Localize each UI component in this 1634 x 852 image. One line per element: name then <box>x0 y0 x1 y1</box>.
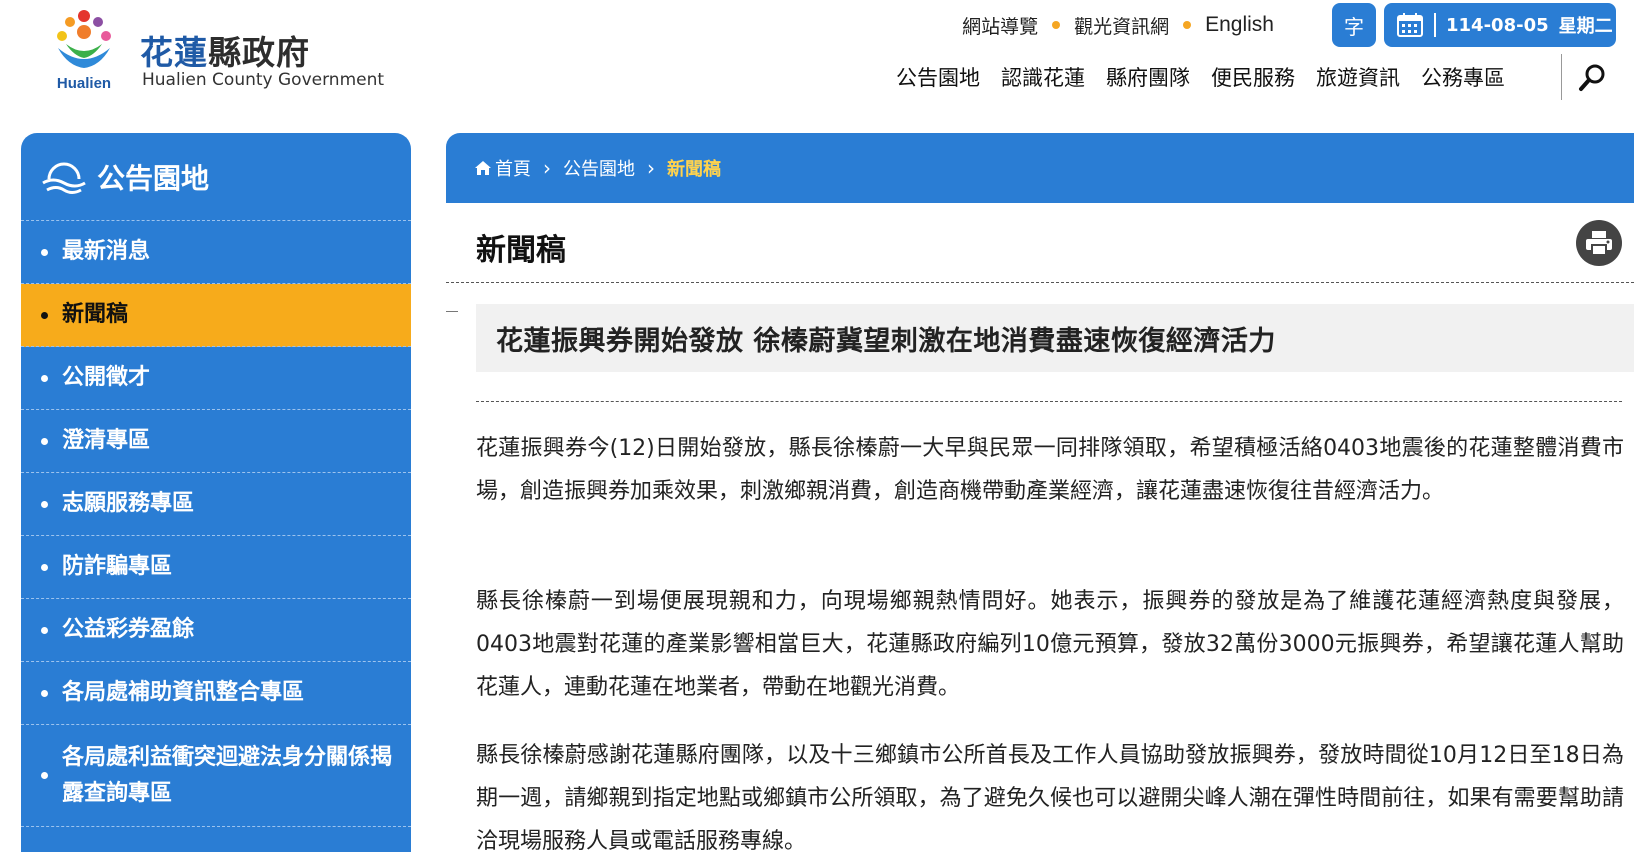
article-paragraph: 縣長徐榛蔚一到場便展現親和力，向現場鄉親熱情問好。她表示，振興券的發放是為了維護… <box>476 589 1624 700</box>
sitemap-link[interactable]: 網站導覽 <box>962 12 1038 39</box>
sidebar-item-clarifications[interactable]: 澄清專區 <box>21 410 411 473</box>
sidebar-item-volunteer[interactable]: 志願服務專區 <box>21 473 411 536</box>
date-separator <box>1434 13 1436 37</box>
sidebar-item-subsidy-info[interactable]: 各局處補助資訊整合專區 <box>21 662 411 725</box>
sidebar-item-conflict-of-interest[interactable]: 各局處利益衝突迴避法身分關係揭露查詢專區 <box>21 725 411 827</box>
sidebar-item-label: 志願服務專區 <box>62 491 195 516</box>
sidebar-item-anti-fraud[interactable]: 防詐騙專區 <box>21 536 411 599</box>
nav-public-services[interactable]: 便民服務 <box>1211 62 1295 92</box>
current-weekday: 星期二 <box>1558 16 1613 37</box>
bullet <box>41 311 48 319</box>
sidebar-item-label: 防詐騙專區 <box>62 554 173 579</box>
search-icon[interactable] <box>1578 62 1608 92</box>
logo-zh-dark: 縣政府 <box>208 33 310 72</box>
nav-official-affairs[interactable]: 公務專區 <box>1421 62 1505 92</box>
sidebar-item-label: 各局處利益衝突迴避法身分關係揭露查詢專區 <box>62 744 393 806</box>
calendar-icon <box>1397 13 1423 37</box>
sidebar-item-label: 澄清專區 <box>62 428 151 453</box>
separator-dot <box>1052 21 1061 29</box>
sidebar-item-press-release[interactable]: 新聞稿 <box>21 284 411 347</box>
hualien-logo-icon: Hualien <box>57 10 111 92</box>
sidebar-header: 公告園地 <box>21 133 411 221</box>
site-logo[interactable]: Hualien 花蓮縣政府 Hualien County Government <box>48 8 408 92</box>
current-date: 114-08-05 <box>1446 14 1549 36</box>
chevron-right-icon: › <box>647 156 655 180</box>
nav-about-hualien[interactable]: 認識花蓮 <box>1001 62 1085 92</box>
bullet <box>41 626 48 634</box>
utility-links: 網站導覽 觀光資訊網 English <box>962 12 1274 38</box>
nav-divider <box>1561 54 1562 100</box>
page-title: 新聞稿 <box>476 233 566 268</box>
breadcrumb: 首頁 › 公告園地 › 新聞稿 <box>446 133 1634 203</box>
logo-chinese-name: 花蓮縣政府 <box>140 26 310 74</box>
bullet <box>41 563 48 571</box>
bullet <box>41 772 48 779</box>
sidebar-item-label: 各局處補助資訊整合專區 <box>62 680 305 705</box>
sidebar-item-label: 公益彩券盈餘 <box>62 617 195 642</box>
breadcrumb-home[interactable]: 首頁 <box>495 155 531 181</box>
chevron-right-icon: › <box>543 156 551 180</box>
bullet <box>41 248 48 256</box>
bullet <box>41 689 48 697</box>
bullet <box>41 374 48 382</box>
sidebar-item-label: 最新消息 <box>62 239 151 264</box>
article-paragraph: 縣長徐榛蔚感謝花蓮縣府團隊，以及十三鄉鎮市公所首長及工作人員協助發放振興券，發放… <box>476 743 1624 852</box>
main-navigation: 公告園地 認識花蓮 縣府團隊 便民服務 旅遊資訊 公務專區 <box>896 62 1526 92</box>
logo-zh-blue: 花蓮 <box>140 33 208 72</box>
sidebar-item-label: 公開徵才 <box>62 365 151 390</box>
breadcrumb-announcements[interactable]: 公告園地 <box>563 155 635 181</box>
logo-english-name: Hualien County Government <box>142 70 385 90</box>
separator-dot <box>1183 21 1192 29</box>
article-paragraph: 花蓮振興券今(12)日開始發放，縣長徐榛蔚一大早與民眾一同排隊領取，希望積極活絡… <box>476 436 1624 504</box>
logo-mark-text: Hualien <box>57 75 111 92</box>
nav-travel-info[interactable]: 旅遊資訊 <box>1316 62 1400 92</box>
home-icon <box>475 161 491 175</box>
sidebar-item-latest-news[interactable]: 最新消息 <box>21 221 411 284</box>
english-link[interactable]: English <box>1205 13 1274 37</box>
sidebar-item-lottery-surplus[interactable]: 公益彩券盈餘 <box>21 599 411 662</box>
sidebar-item-recruitment[interactable]: 公開徵才 <box>21 347 411 410</box>
article-divider <box>476 401 1622 402</box>
wave-icon <box>42 162 86 194</box>
breadcrumb-current: 新聞稿 <box>667 159 721 180</box>
bullet <box>41 500 48 508</box>
dash-mark <box>446 311 458 312</box>
tourism-link[interactable]: 觀光資訊網 <box>1074 12 1169 39</box>
nav-announcements[interactable]: 公告園地 <box>896 62 980 92</box>
article-title-box: 花蓮振興券開始發放 徐榛蔚冀望刺激在地消費盡速恢復經濟活力 <box>476 304 1634 372</box>
font-size-button[interactable]: 字 <box>1332 3 1376 47</box>
nav-government-team[interactable]: 縣府團隊 <box>1106 62 1190 92</box>
sidebar-item-label: 新聞稿 <box>62 302 129 327</box>
sidebar-title: 公告園地 <box>97 161 210 195</box>
article-title: 花蓮振興券開始發放 徐榛蔚冀望刺激在地消費盡速恢復經濟活力 <box>496 325 1276 357</box>
sidebar: 公告園地 最新消息 新聞稿 公開徵才 澄清專區 志願服務專區 防詐騙專區 公益彩… <box>21 133 411 852</box>
date-display: 114-08-05 星期二 <box>1384 3 1616 47</box>
print-button[interactable] <box>1576 220 1622 266</box>
printer-icon <box>1586 231 1612 256</box>
title-divider <box>446 282 1634 283</box>
bullet <box>41 437 48 445</box>
